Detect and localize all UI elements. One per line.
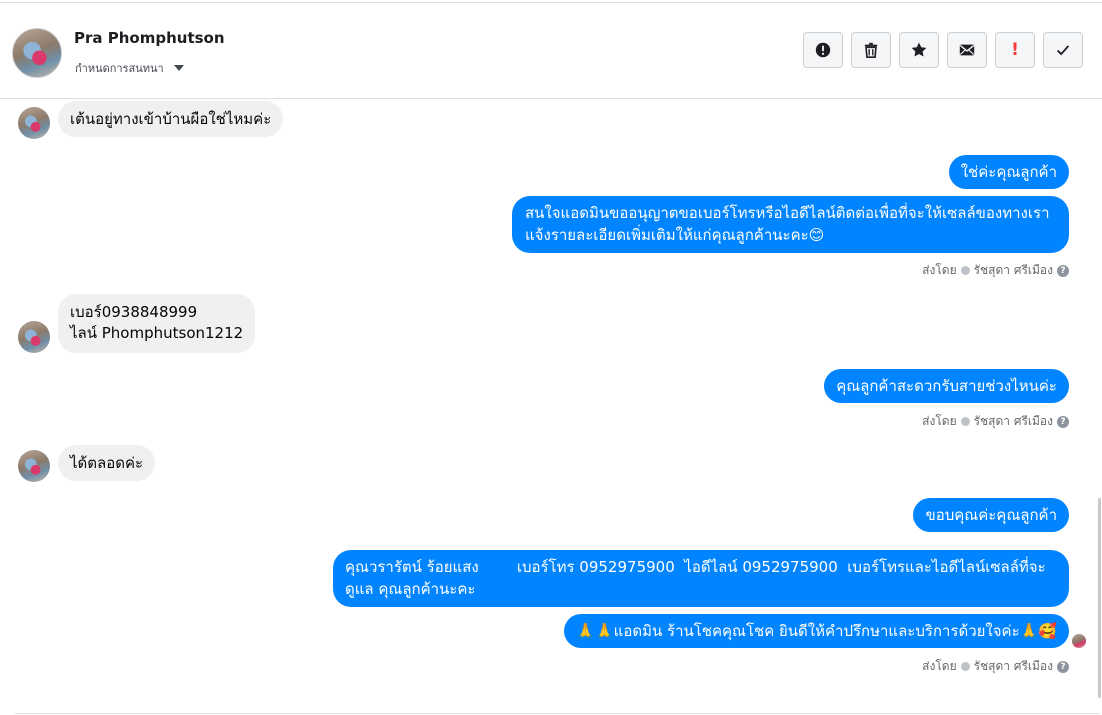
outgoing-message: ใช่ค่ะคุณลูกค้า [948,155,1069,189]
message-line: เบอร์0938848999 [70,303,198,321]
contact-avatar-small[interactable] [18,321,50,353]
star-icon [911,42,927,57]
checkmark-icon [1056,45,1070,56]
composer-divider [15,713,1100,714]
sent-by-prefix: ส่งโดย [922,263,957,277]
sent-by-label: ส่งโดย รัชสุดา ศรีเมือง ? [922,657,1069,676]
outgoing-message: ขอบคุณค่ะคุณลูกค้า [913,498,1069,532]
follow-up-button[interactable]: ! [995,32,1035,68]
conversation-header: Pra Phomphutson กำหนดการสนทนา ! [0,3,1102,99]
delete-button[interactable] [851,32,891,68]
help-icon[interactable]: ? [1057,415,1069,428]
seen-indicator-avatar [1072,634,1086,648]
contact-avatar[interactable] [12,28,62,78]
outgoing-message: 🙏🙏แอดมิน ร้านโชคคุณโชค ยินดีให้คำปรึกษาแ… [564,614,1069,648]
sent-by-agent: รัชสุดา ศรีเมือง [973,659,1053,673]
sent-by-prefix: ส่งโดย [922,414,957,428]
help-icon[interactable]: ? [1057,264,1069,277]
agent-dot-icon [960,662,970,671]
envelope-icon [959,44,975,56]
agent-dot-icon [960,417,970,426]
outgoing-message: คุณวรารัตน์ ร้อยแสง เบอร์โทร 0952975900 … [333,550,1069,607]
contact-avatar-small[interactable] [18,450,50,482]
help-icon[interactable]: ? [1057,660,1069,673]
incoming-message: เต้นอยู่ทางเข้าบ้านผือใช่ไหมค่ะ [58,101,284,137]
red-exclamation-icon: ! [1011,40,1019,60]
mark-unread-button[interactable] [947,32,987,68]
spam-report-button[interactable] [803,32,843,68]
outgoing-message: สนใจแอดมินขออนุญาตขอเบอร์โทรหรือไอดีไลน์… [512,196,1069,253]
scrollbar[interactable] [1098,498,1101,698]
agent-dot-icon [960,266,970,275]
contact-name[interactable]: Pra Phomphutson [74,29,225,47]
incoming-message: เบอร์0938848999 ไลน์ Phomphutson1212 [58,294,256,353]
exclamation-circle-icon [815,42,831,58]
caret-down-icon [173,65,184,71]
mark-done-button[interactable] [1043,32,1083,68]
assign-conversation-dropdown[interactable]: กำหนดการสนทนา [75,59,184,77]
sent-by-agent: รัชสุดา ศรีเมือง [973,414,1053,428]
message-line: ไลน์ Phomphutson1212 [70,324,244,342]
sent-by-label: ส่งโดย รัชสุดา ศรีเมือง ? [922,261,1069,280]
star-button[interactable] [899,32,939,68]
trash-icon [864,42,878,59]
sent-by-prefix: ส่งโดย [922,659,957,673]
sent-by-agent: รัชสุดา ศรีเมือง [973,263,1053,277]
outgoing-message: คุณลูกค้าสะดวกรับสายช่วงไหนค่ะ [824,369,1069,403]
sent-by-label: ส่งโดย รัชสุดา ศรีเมือง ? [922,412,1069,431]
assign-conversation-label: กำหนดการสนทนา [75,62,164,75]
contact-avatar-small[interactable] [18,107,50,139]
incoming-message: ได้ตลอดค่ะ [58,445,156,481]
